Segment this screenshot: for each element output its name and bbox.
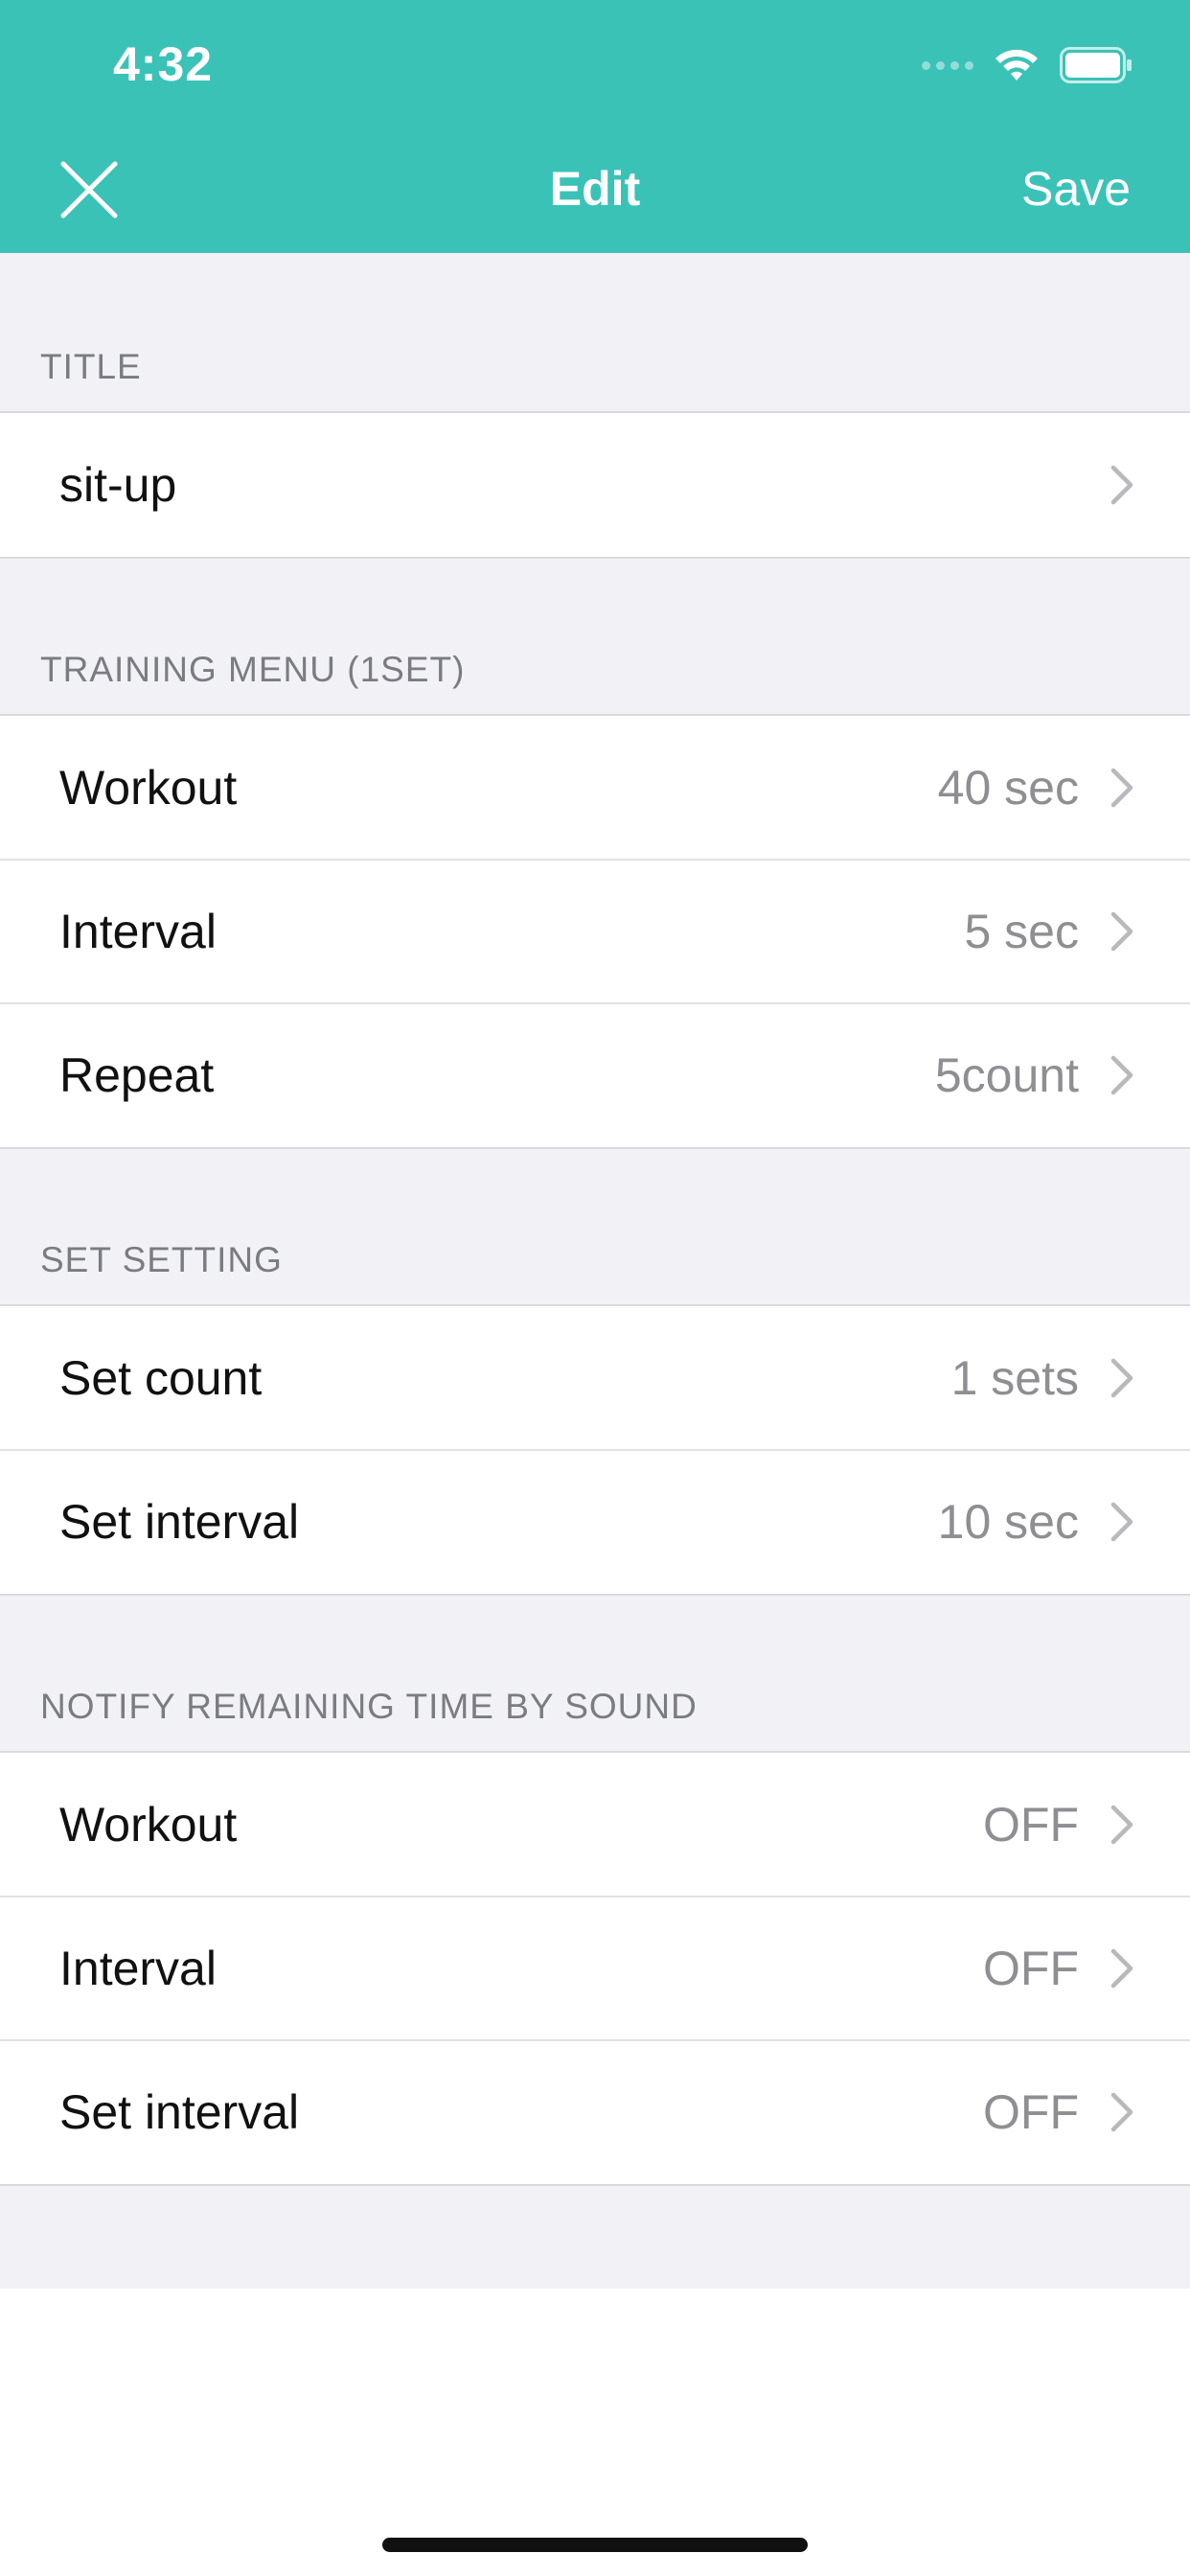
row-value: 10 sec (937, 1495, 1079, 1549)
row-value: 5 sec (964, 905, 1079, 958)
chevron-right-icon (1110, 911, 1133, 952)
row-label: Repeat (59, 1048, 215, 1102)
section-header-notify: NOTIFY REMAINING TIME BY SOUND (40, 1687, 698, 1726)
section-header-title: TITLE (40, 347, 142, 386)
settings-list: TITLE sit-up TRAINING MENU (1SET) Workou… (0, 253, 1190, 2288)
group-title: sit-up (0, 411, 1190, 559)
row-label: Workout (59, 761, 238, 815)
row-value: OFF (983, 1798, 1079, 1852)
notify-workout-row[interactable]: Workout OFF (0, 1753, 1190, 1897)
page-title: Edit (549, 162, 641, 216)
section-header-training-menu: TRAINING MENU (1SET) (40, 650, 466, 689)
close-icon[interactable] (57, 158, 121, 221)
status-icons (922, 46, 1133, 84)
row-value: OFF (983, 2085, 1079, 2139)
row-value: 5count (934, 1048, 1079, 1102)
chevron-right-icon (1110, 1948, 1133, 1989)
chevron-right-icon (1110, 768, 1133, 808)
title-row[interactable]: sit-up (0, 413, 1190, 557)
workout-row[interactable]: Workout 40 sec (0, 716, 1190, 860)
notify-set-interval-row[interactable]: Set interval OFF (0, 2039, 1190, 2184)
signal-icon (922, 60, 973, 70)
chevron-right-icon (1110, 2092, 1133, 2132)
set-count-row[interactable]: Set count 1 sets (0, 1306, 1190, 1450)
row-value: OFF (983, 1942, 1079, 1995)
notify-interval-row[interactable]: Interval OFF (0, 1896, 1190, 2040)
nav-header: 4:32 Edit Save (0, 0, 1190, 253)
row-label: Set interval (59, 2085, 300, 2139)
status-time: 4:32 (113, 37, 214, 91)
row-label: Set interval (59, 1495, 300, 1549)
chevron-right-icon (1110, 1502, 1133, 1542)
chevron-right-icon (1110, 1055, 1133, 1095)
battery-icon (1060, 47, 1132, 83)
group-training-menu: Workout 40 sec Interval 5 sec Repeat 5co… (0, 714, 1190, 1149)
row-label: Workout (59, 1798, 238, 1852)
chevron-right-icon (1110, 465, 1133, 505)
group-notify: Workout OFF Interval OFF Set interval OF… (0, 1751, 1190, 2186)
section-header-set-setting: SET SETTING (40, 1240, 283, 1279)
interval-row[interactable]: Interval 5 sec (0, 859, 1190, 1003)
row-label: Set count (59, 1351, 263, 1405)
repeat-row[interactable]: Repeat 5count (0, 1002, 1190, 1147)
save-button[interactable]: Save (1021, 161, 1131, 217)
home-indicator (382, 2538, 808, 2552)
set-interval-row[interactable]: Set interval 10 sec (0, 1449, 1190, 1594)
row-label: Interval (59, 1942, 217, 1995)
row-value: 1 sets (950, 1351, 1079, 1405)
screen: 4:32 Edit Save TITLE sit-up TRAINING MEN… (0, 0, 1190, 2576)
group-set-setting: Set count 1 sets Set interval 10 sec (0, 1304, 1190, 1596)
chevron-right-icon (1110, 1358, 1133, 1398)
chevron-right-icon (1110, 1805, 1133, 1845)
row-label: Interval (59, 905, 217, 958)
row-value: 40 sec (937, 761, 1079, 815)
wifi-icon (995, 49, 1038, 80)
row-label: sit-up (59, 458, 177, 512)
